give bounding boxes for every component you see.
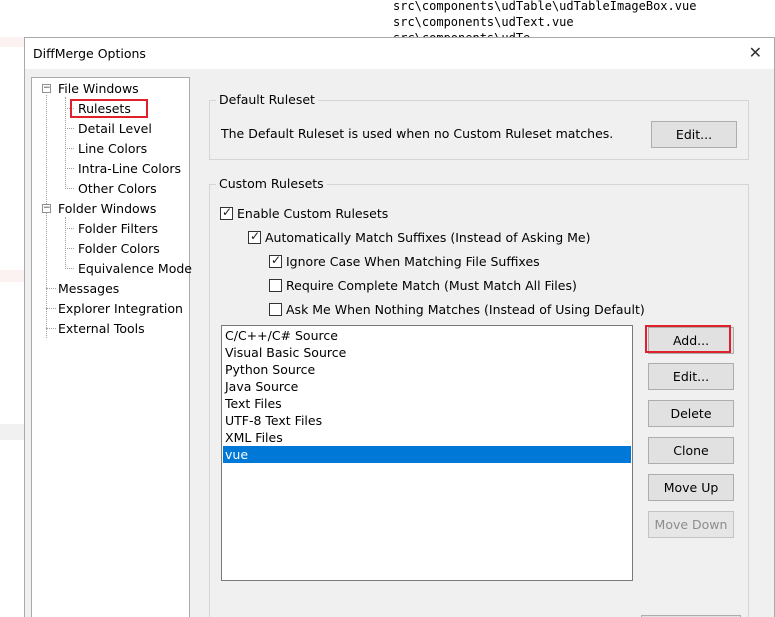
- title-bar: DiffMerge Options ✕: [25, 38, 774, 69]
- checkbox-label: Automatically Match Suffixes (Instead of…: [265, 230, 591, 245]
- add-button-highlight-box: [645, 325, 731, 353]
- list-item[interactable]: UTF-8 Text Files: [223, 412, 631, 429]
- custom-rulesets-list[interactable]: C/C++/C# Source Visual Basic Source Pyth…: [221, 325, 633, 581]
- tree-connector: [46, 95, 47, 338]
- default-ruleset-group: Default Ruleset The Default Ruleset is u…: [209, 92, 749, 160]
- tree-item-line-colors[interactable]: Line Colors: [78, 140, 147, 157]
- tree-connector: [46, 288, 56, 289]
- close-icon[interactable]: ✕: [749, 43, 762, 62]
- tree-item-other-colors[interactable]: Other Colors: [78, 180, 157, 197]
- list-item-selected[interactable]: vue: [223, 446, 631, 463]
- list-item[interactable]: C/C++/C# Source: [223, 327, 631, 344]
- tree-connector: [65, 228, 74, 229]
- tree-item-intra-line-colors[interactable]: Intra-Line Colors: [78, 160, 181, 177]
- list-item[interactable]: Text Files: [223, 395, 631, 412]
- tree-item-messages[interactable]: Messages: [58, 280, 119, 297]
- tree-connector: [46, 328, 56, 329]
- tree-item-folder-windows[interactable]: Folder Windows: [58, 200, 156, 217]
- custom-rulesets-group-label: Custom Rulesets: [216, 176, 327, 191]
- list-item[interactable]: Python Source: [223, 361, 631, 378]
- list-item[interactable]: Java Source: [223, 378, 631, 395]
- list-item[interactable]: Visual Basic Source: [223, 344, 631, 361]
- move-down-button: Move Down: [648, 511, 734, 538]
- delete-ruleset-button[interactable]: Delete: [648, 400, 734, 427]
- tree-connector: [65, 97, 66, 187]
- tree-item-folder-colors[interactable]: Folder Colors: [78, 240, 160, 257]
- tree-connector: [65, 188, 74, 189]
- default-ruleset-edit-button[interactable]: Edit...: [651, 121, 737, 148]
- tree-connector: [65, 268, 74, 269]
- collapse-icon[interactable]: −: [42, 204, 51, 213]
- default-ruleset-description: The Default Ruleset is used when no Cust…: [221, 126, 614, 141]
- collapse-icon[interactable]: −: [42, 84, 51, 93]
- selection-highlight-box: [70, 99, 148, 118]
- checkbox-box[interactable]: [269, 303, 282, 316]
- checkbox-label: Ignore Case When Matching File Suffixes: [286, 254, 540, 269]
- tree-item-external-tools[interactable]: External Tools: [58, 320, 145, 337]
- tree-item-detail-level[interactable]: Detail Level: [78, 120, 152, 137]
- checkbox-label: Enable Custom Rulesets: [237, 206, 389, 221]
- check-icon: ✓: [271, 253, 282, 267]
- tree-item-equivalence-mode[interactable]: Equivalence Mode: [78, 260, 192, 277]
- clone-ruleset-button[interactable]: Clone: [648, 437, 734, 464]
- checkbox-box[interactable]: ✓: [220, 205, 233, 220]
- checkbox-box[interactable]: ✓: [269, 253, 282, 268]
- check-icon: ✓: [250, 229, 261, 243]
- tree-connector: [65, 217, 66, 267]
- checkbox-box[interactable]: ✓: [248, 229, 261, 244]
- screen: src\components\udTable\udTableImageBox.v…: [0, 0, 775, 617]
- tree-item-explorer-integration[interactable]: Explorer Integration: [58, 300, 183, 317]
- tree-connector: [65, 168, 74, 169]
- checkbox-label: Require Complete Match (Must Match All F…: [286, 278, 577, 293]
- default-ruleset-group-label: Default Ruleset: [216, 92, 318, 107]
- options-dialog: DiffMerge Options ✕ − File Windows Rules…: [24, 37, 775, 617]
- options-tree[interactable]: − File Windows Rulesets Detail Level Lin…: [31, 77, 192, 617]
- background-path-line-2: src\components\udText.vue: [393, 15, 574, 29]
- edit-ruleset-button[interactable]: Edit...: [648, 363, 734, 390]
- dialog-title: DiffMerge Options: [33, 46, 146, 61]
- check-icon: ✓: [222, 205, 233, 219]
- background-path-line-1: src\components\udTable\udTableImageBox.v…: [393, 0, 697, 13]
- tree-item-file-windows[interactable]: File Windows: [58, 80, 139, 97]
- tree-connector: [46, 308, 56, 309]
- tree-item-folder-filters[interactable]: Folder Filters: [78, 220, 158, 237]
- list-item[interactable]: XML Files: [223, 429, 631, 446]
- tree-connector: [65, 128, 74, 129]
- checkbox-label: Ask Me When Nothing Matches (Instead of …: [286, 302, 645, 317]
- checkbox-box[interactable]: [269, 279, 282, 292]
- tree-connector: [65, 248, 74, 249]
- tree-connector: [65, 148, 74, 149]
- move-up-button[interactable]: Move Up: [648, 474, 734, 501]
